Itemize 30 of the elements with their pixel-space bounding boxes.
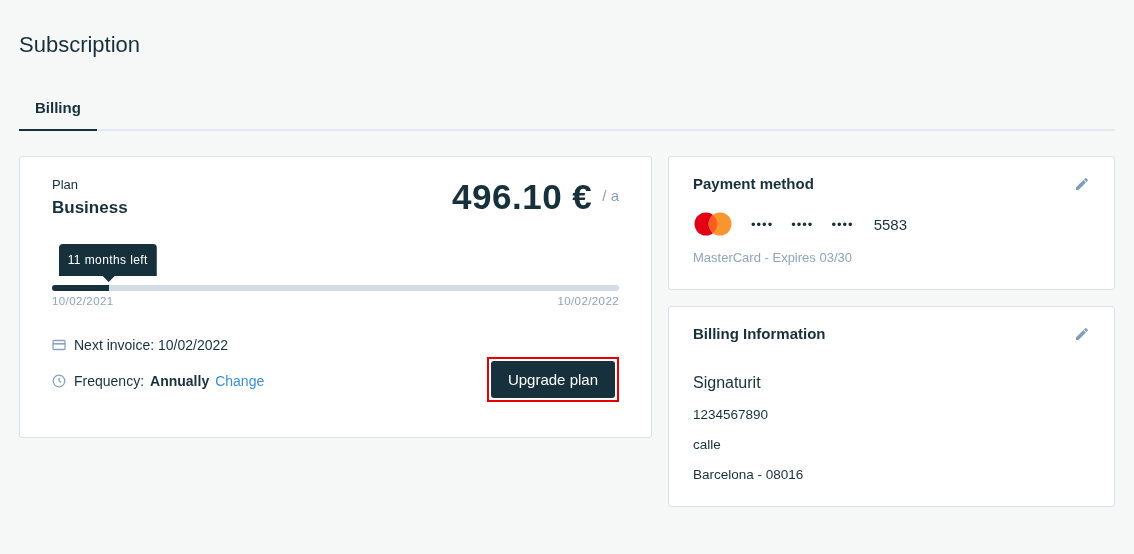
card-brand-icon bbox=[693, 212, 733, 236]
edit-icon[interactable] bbox=[1074, 175, 1090, 192]
price: 496.10 € bbox=[452, 177, 593, 217]
masked-digits: •••• bbox=[831, 216, 854, 232]
tooltip: 11 months left bbox=[58, 244, 157, 282]
plan-name: Business bbox=[52, 198, 128, 218]
edit-icon[interactable] bbox=[1074, 325, 1090, 342]
billing-detail: 1234567890 bbox=[693, 407, 770, 422]
price-period: / a bbox=[602, 187, 619, 204]
clock-icon bbox=[52, 373, 66, 388]
billing-detail: Barcelona - 08016 bbox=[693, 467, 805, 482]
frequency-label: Frequency: bbox=[74, 372, 145, 389]
start-date: 10/02/2021 bbox=[52, 295, 114, 307]
masked-digits: •••• bbox=[751, 216, 774, 232]
masked-digits: •••• bbox=[791, 216, 814, 232]
company-name: Signaturit bbox=[693, 374, 762, 392]
card-last-digits: 5583 bbox=[873, 215, 908, 233]
card-details: MasterCard - Expires 03/30 bbox=[693, 250, 853, 265]
billing-detail: calle bbox=[693, 437, 722, 452]
frequency-value: Annually bbox=[150, 372, 210, 389]
upgrade-plan-button[interactable]: Upgrade plan bbox=[490, 361, 615, 398]
tab[interactable]: Billing bbox=[19, 91, 97, 131]
credit-card-icon bbox=[52, 339, 66, 351]
change-link[interactable]: Change bbox=[215, 372, 265, 389]
end-date: 10/02/2022 bbox=[557, 295, 619, 307]
page-title: Subscription bbox=[19, 31, 142, 56]
card-title: Billing Information bbox=[693, 325, 826, 342]
card-title: Payment method bbox=[693, 175, 814, 192]
next-invoice: Next invoice: 10/02/2022 bbox=[74, 337, 229, 353]
plan-label: Plan bbox=[52, 177, 80, 192]
